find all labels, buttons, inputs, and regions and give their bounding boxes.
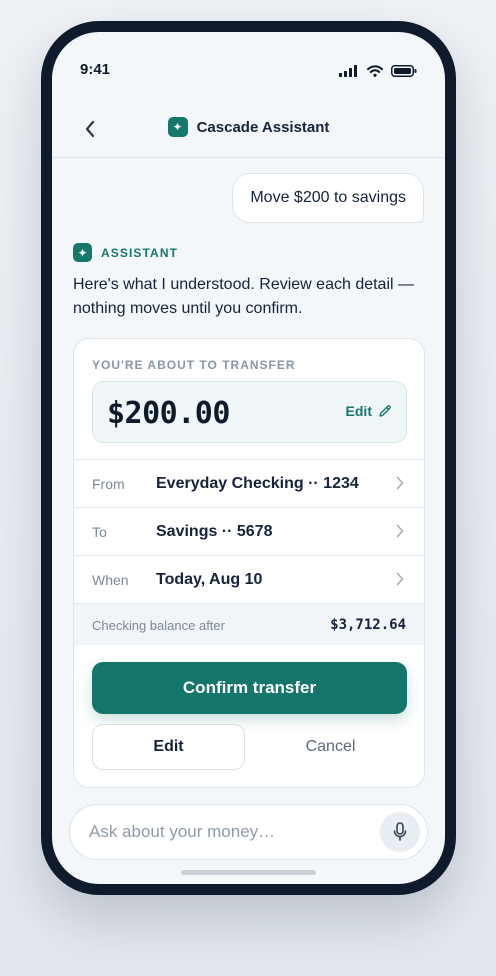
detail-row-from[interactable]: From Everyday Checking ·· 1234 — [74, 459, 424, 507]
status-icons — [339, 65, 417, 77]
detail-row-when[interactable]: When Today, Aug 10 — [74, 555, 424, 603]
confirm-transfer-button[interactable]: Confirm transfer — [92, 662, 407, 714]
app-header: ✦ Cascade Assistant — [52, 102, 445, 158]
row-key: From — [92, 475, 125, 492]
balance-label: Checking balance after — [92, 618, 225, 633]
user-message-text: Move $200 to savings — [250, 189, 406, 206]
row-key: To — [92, 523, 107, 540]
detail-row-to[interactable]: To Savings ·· 5678 — [74, 507, 424, 555]
row-value: Savings ·· 5678 — [156, 522, 273, 540]
signal-bars-icon — [339, 65, 357, 77]
assistant-label-text: ASSISTANT — [101, 245, 179, 260]
header-title: ✦ Cascade Assistant — [52, 112, 445, 142]
message-composer[interactable]: Ask about your money… — [69, 804, 428, 860]
wifi-icon — [367, 65, 383, 77]
edit-amount-label: Edit — [345, 403, 372, 419]
balance-value: $3,712.64 — [330, 617, 406, 633]
status-time: 9:41 — [80, 61, 111, 78]
status-bar: 9:41 — [52, 32, 445, 102]
phone-frame: 9:41 ✦ Cascade Assistant Move $200 to sa… — [41, 21, 456, 895]
home-indicator[interactable] — [181, 870, 316, 875]
chevron-right-icon — [396, 476, 404, 490]
microphone-button[interactable] — [380, 812, 420, 852]
cancel-button[interactable]: Cancel — [254, 724, 407, 770]
edit-amount-button[interactable]: Edit — [346, 403, 392, 419]
battery-icon — [391, 65, 417, 77]
sparkle-icon: ✦ — [167, 117, 188, 137]
edit-button[interactable]: Edit — [92, 724, 245, 770]
chevron-right-icon — [396, 524, 404, 538]
chevron-right-icon — [396, 572, 404, 586]
row-value: Today, Aug 10 — [156, 570, 263, 588]
assistant-label: ✦ ASSISTANT — [73, 243, 178, 262]
pencil-icon — [379, 405, 391, 417]
app-screen: 9:41 ✦ Cascade Assistant Move $200 to sa… — [52, 32, 445, 884]
microphone-icon — [393, 822, 407, 841]
row-key: When — [92, 571, 129, 588]
transfer-amount: $200.00 — [107, 396, 230, 431]
transfer-summary-card: YOU'RE ABOUT TO TRANSFER $200.00 Edit Fr… — [73, 338, 425, 788]
sparkle-icon: ✦ — [73, 243, 92, 262]
page-title: Cascade Assistant — [196, 118, 330, 136]
card-kicker: YOU'RE ABOUT TO TRANSFER — [92, 358, 296, 372]
amount-box: $200.00 Edit — [92, 381, 407, 443]
row-value: Everyday Checking ·· 1234 — [156, 474, 359, 492]
balance-after-row: Checking balance after $3,712.64 — [74, 603, 424, 645]
composer-placeholder[interactable]: Ask about your money… — [89, 822, 275, 842]
assistant-message: Here's what I understood. Review each de… — [73, 276, 415, 317]
user-message-bubble: Move $200 to savings — [232, 173, 424, 223]
